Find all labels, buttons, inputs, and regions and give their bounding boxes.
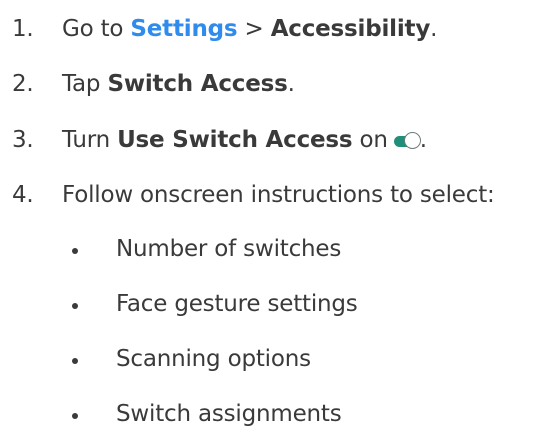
bullet-icon — [72, 248, 78, 254]
list-item-text: Scanning options — [116, 346, 311, 372]
accessibility-label: Accessibility — [270, 16, 431, 42]
bullet-icon — [72, 358, 78, 364]
step-1: 1. Go to Settings > Accessibility. — [0, 16, 437, 42]
list-item-text: Number of switches — [116, 236, 342, 262]
step-2: 2. Tap Switch Access. — [0, 71, 295, 97]
list-item-text: Switch assignments — [116, 401, 342, 427]
toggle-on-icon — [393, 132, 421, 149]
step-number: 1. — [12, 16, 34, 42]
step-suffix: . — [287, 71, 295, 97]
step-prefix: Turn — [62, 127, 118, 153]
step-text: Follow onscreen instructions to select: — [62, 182, 495, 208]
step-suffix: . — [419, 127, 427, 153]
switch-access-label: Switch Access — [107, 71, 288, 97]
step-number: 3. — [12, 127, 34, 153]
list-item-text: Face gesture settings — [116, 291, 358, 317]
settings-link[interactable]: Settings — [130, 16, 237, 42]
step-text: Tap Switch Access. — [62, 71, 295, 97]
step-prefix: Go to — [62, 16, 131, 42]
step-prefix: Tap — [62, 71, 108, 97]
step-text: Go to Settings > Accessibility. — [62, 16, 437, 42]
toggle-knob — [403, 132, 421, 149]
bullet-icon — [72, 413, 78, 419]
bullet-icon — [72, 303, 78, 309]
step-middle: on — [352, 127, 388, 153]
step-separator: > — [237, 16, 271, 42]
step-4: 4. Follow onscreen instructions to selec… — [0, 182, 495, 208]
step-suffix: . — [430, 16, 438, 42]
step-3: 3. Turn Use Switch Access on. — [0, 127, 427, 153]
step-text: Turn Use Switch Access on. — [62, 127, 427, 153]
step-number: 2. — [12, 71, 34, 97]
use-switch-access-label: Use Switch Access — [117, 127, 353, 153]
step-number: 4. — [12, 182, 34, 208]
